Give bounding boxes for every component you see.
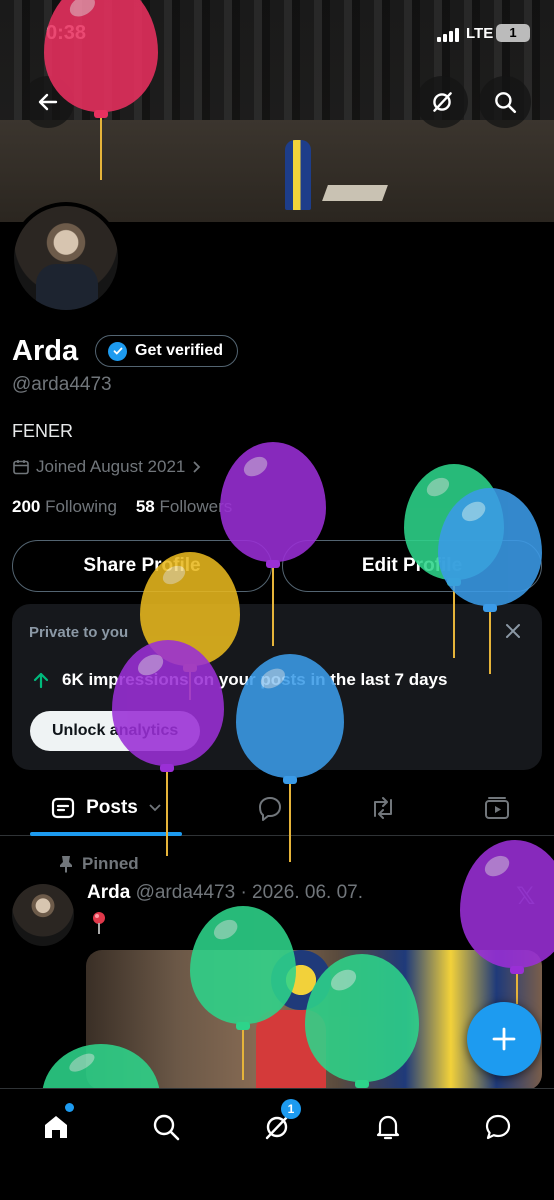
home-icon (45, 1116, 67, 1138)
search-icon (495, 92, 517, 114)
close-icon[interactable] (502, 620, 524, 642)
profile-bio: FENER (12, 421, 74, 441)
grok-button[interactable] (416, 76, 468, 128)
edit-profile-button[interactable]: Edit Profile (282, 540, 542, 592)
pushpin-emoji-icon (93, 912, 105, 934)
status-bar: 0:38 LTE 1 (0, 18, 554, 50)
signal-icon (437, 28, 459, 42)
chevron-right-icon (193, 461, 201, 473)
tab-media[interactable] (477, 782, 517, 834)
network-label: LTE (466, 25, 494, 42)
grok-badge: 1 (281, 1099, 301, 1119)
reply-icon (259, 797, 281, 821)
post-author-name[interactable]: Arda (87, 882, 130, 903)
follow-stats: 200 Following 58 Followers (12, 497, 232, 517)
plus-icon (492, 1027, 516, 1051)
profile-handle: @arda4473 (12, 374, 112, 395)
banner-fan-figure (285, 140, 311, 210)
impressions-row: 6K impressions on your posts in the last… (32, 670, 447, 690)
arrow-left-icon (38, 93, 58, 111)
battery-icon: 1 (496, 24, 530, 42)
grok-x-icon[interactable]: 𝕏 (516, 882, 535, 911)
tab-posts[interactable]: Posts (30, 782, 182, 836)
profile-avatar[interactable] (10, 202, 122, 314)
joined-label: Joined August 2021 (36, 457, 186, 476)
unlock-analytics-button[interactable]: Unlock analytics (30, 711, 201, 751)
search-icon (153, 1114, 180, 1141)
get-verified-button[interactable]: Get verified (95, 335, 239, 367)
status-time: 0:38 (46, 22, 87, 44)
following-count: 200 (12, 497, 41, 516)
following-label: Following (45, 497, 117, 516)
pin-icon (60, 856, 72, 873)
tab-reposts[interactable] (363, 782, 403, 834)
joined-date[interactable]: Joined August 2021 (12, 457, 203, 477)
compose-button[interactable] (467, 1002, 541, 1076)
get-verified-label: Get verified (135, 342, 224, 359)
arrow-up-icon (33, 672, 49, 689)
posts-icon (52, 797, 75, 819)
calendar-icon (13, 460, 29, 475)
home-notification-dot (65, 1103, 74, 1112)
club-logo (271, 950, 331, 1010)
pinned-label: Pinned (82, 854, 139, 873)
verified-badge-icon (108, 341, 127, 361)
bell-icon (376, 1115, 400, 1140)
share-profile-button[interactable]: Share Profile (12, 540, 272, 592)
impressions-text: 6K impressions on your posts in the last… (62, 670, 448, 689)
avatar-figure (36, 264, 98, 310)
bottom-navigation: 1 (0, 1088, 554, 1200)
repost-icon (374, 797, 392, 819)
nav-home[interactable] (36, 1103, 76, 1147)
nav-search[interactable] (146, 1107, 186, 1147)
chevron-down-icon (149, 804, 161, 812)
followers-count: 58 (135, 497, 155, 516)
analytics-card: Private to you 6K impressions on your po… (12, 604, 542, 770)
followers-label: Followers (159, 497, 233, 516)
profile-name: Arda (12, 335, 79, 367)
post-meta: @arda4473 · 2026. 06. 07. (135, 882, 363, 903)
banner-barrier (322, 185, 388, 201)
profile-tabs: Posts (0, 782, 554, 836)
pinned-indicator: Pinned (58, 854, 139, 874)
search-button[interactable] (479, 76, 531, 128)
tab-replies[interactable] (250, 782, 290, 834)
following-link[interactable]: 200 Following (12, 497, 117, 516)
media-person (256, 1010, 326, 1090)
tab-posts-label: Posts (86, 797, 138, 818)
back-button[interactable] (22, 76, 74, 128)
post-header: Arda @arda4473 · 2026. 06. 07. (87, 882, 363, 904)
nav-grok[interactable]: 1 (257, 1099, 301, 1147)
nav-notifications[interactable] (368, 1107, 408, 1147)
message-icon (485, 1114, 511, 1140)
grok-icon (433, 92, 452, 112)
post-author-avatar[interactable] (12, 884, 74, 946)
followers-link[interactable]: 58 Followers (136, 497, 232, 516)
video-icon (485, 797, 509, 819)
nav-messages[interactable] (478, 1107, 518, 1147)
private-label: Private to you (29, 624, 129, 641)
